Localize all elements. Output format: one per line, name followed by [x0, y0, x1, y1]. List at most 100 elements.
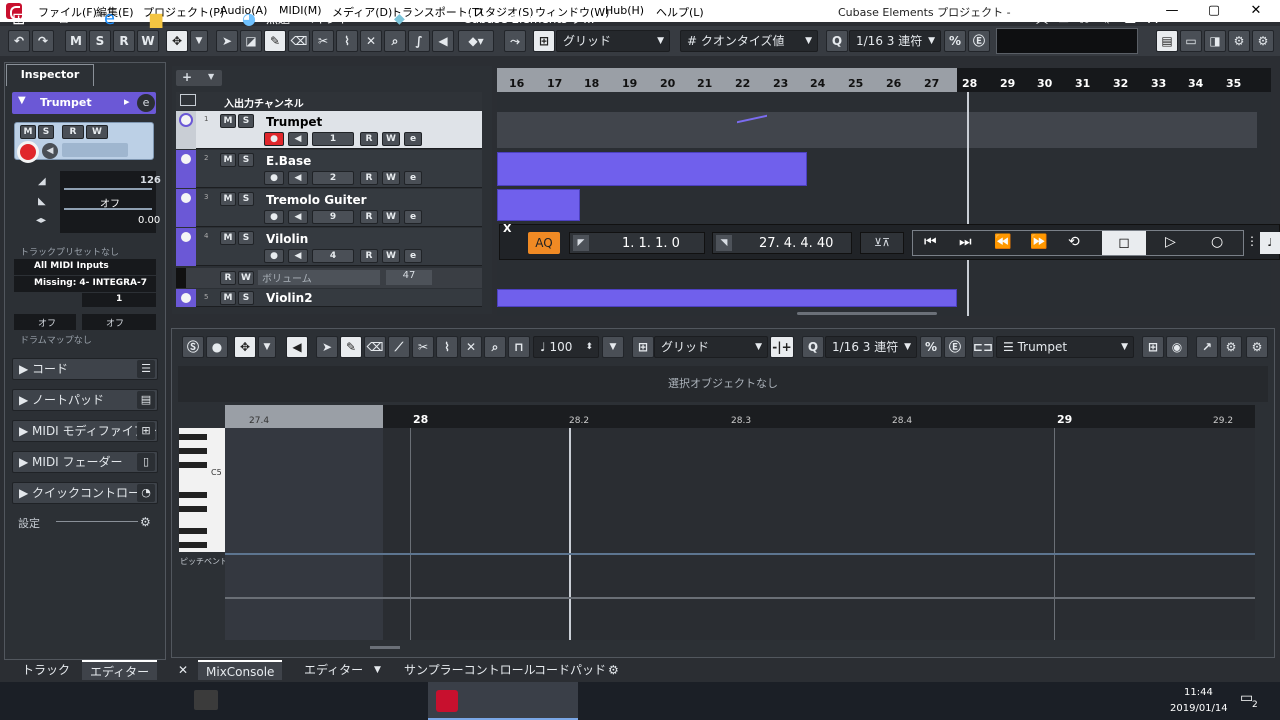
horizontal-scrollbar[interactable]: [797, 312, 937, 315]
chevron-down-icon[interactable]: ▼: [366, 660, 389, 680]
punch-locator-icon[interactable]: ⊻⊼: [860, 232, 904, 254]
open-window-icon[interactable]: ↗: [1196, 336, 1218, 358]
chevron-up-icon[interactable]: ︿: [1036, 4, 1048, 34]
mute-tool-icon[interactable]: ✕: [460, 336, 482, 358]
project-cursor[interactable]: [569, 428, 571, 640]
onedrive-icon[interactable]: ☁: [1124, 4, 1136, 34]
folder-track[interactable]: 入出力チャンネル: [176, 92, 482, 110]
taskbar-cubase[interactable]: Cubase Elements プ...: [463, 4, 595, 34]
tab-editor[interactable]: エディター: [296, 660, 371, 680]
minimize-button[interactable]: —: [1152, 0, 1192, 22]
inspector-track-header[interactable]: ▼ Trumpet ▸: [12, 92, 156, 114]
editor-app-icon[interactable]: [194, 690, 218, 710]
inspector-read-button[interactable]: R: [62, 125, 84, 139]
edit-instrument-icon[interactable]: e: [137, 94, 155, 112]
editor-layout-icon[interactable]: ⊞: [1142, 336, 1164, 358]
editor-quantize-select[interactable]: 1/16 3 連符 ▼: [825, 336, 917, 358]
mute-button[interactable]: M: [220, 114, 236, 128]
autoscroll-icon[interactable]: ✥: [234, 336, 256, 358]
line-tool-icon[interactable]: ∫: [408, 30, 430, 52]
acoustic-feedback-icon[interactable]: ●: [206, 336, 228, 358]
record-icon[interactable]: ○: [1211, 234, 1223, 250]
ime-indicator[interactable]: A: [1148, 4, 1158, 34]
track-row-ebase[interactable]: 2 E.Base M S ● ◀ 2 R W e: [176, 150, 482, 188]
windows-start-icon[interactable]: ⊞: [12, 4, 25, 34]
track-row-trumpet[interactable]: 1 Trumpet M S ● ◀ 1 R W e: [176, 111, 482, 149]
window-layout-icon[interactable]: ⚙: [1228, 30, 1250, 52]
bank-select[interactable]: オフ: [14, 314, 76, 330]
battery-icon[interactable]: ▭: [1058, 4, 1069, 34]
edit-instrument-icon[interactable]: e: [404, 132, 422, 146]
track-row-tremolo-guiter[interactable]: 3 Tremolo Guiter M S ● ◀ 9 R W e: [176, 189, 482, 227]
left-locator-display[interactable]: ◤ 1. 1. 1. 0: [569, 232, 705, 254]
menu-hub[interactable]: Hub(H): [605, 4, 644, 17]
program-select[interactable]: オフ: [82, 314, 156, 330]
mute-button[interactable]: M: [220, 291, 236, 305]
menu-help[interactable]: ヘルプ(L): [656, 4, 704, 20]
line-tool-icon[interactable]: ⊓: [508, 336, 530, 358]
gear-icon[interactable]: ⚙: [1252, 30, 1274, 52]
clock-date[interactable]: 2019/01/14: [1170, 703, 1228, 714]
read-button[interactable]: R: [220, 271, 236, 285]
left-zone-icon[interactable]: ▤: [1156, 30, 1178, 52]
iterative-quantize-icon[interactable]: %: [944, 30, 966, 52]
gear-icon[interactable]: ⚙: [140, 515, 151, 529]
lower-zone-icon[interactable]: ▭: [1180, 30, 1202, 52]
solo-editor-icon[interactable]: Ⓢ: [182, 336, 204, 358]
redo-icon[interactable]: ↷: [32, 30, 54, 52]
panel-notepad[interactable]: ▶ ノートパッド ▤: [12, 389, 158, 411]
mute-tool-icon[interactable]: ✕: [360, 30, 382, 52]
paint-icon[interactable]: ◕: [242, 4, 256, 34]
inspector-mute-button[interactable]: M: [20, 125, 36, 139]
pan-slider[interactable]: [64, 208, 152, 210]
editor-horizontal-scrollbar[interactable]: [370, 646, 400, 649]
automation-lane-volume[interactable]: R W ボリューム 47: [176, 268, 482, 288]
quantize-preset-select[interactable]: # クオンタイズ値 ▼: [680, 30, 818, 52]
tab-track[interactable]: トラック: [14, 660, 78, 680]
track-row-vilolin[interactable]: 4 Vilolin M S ● ◀ 4 R W e: [176, 228, 482, 266]
close-icon[interactable]: ✕: [170, 660, 196, 680]
apply-quantize-icon[interactable]: Ⓔ: [968, 30, 990, 52]
midi-part-violin2[interactable]: [497, 289, 957, 307]
read-button[interactable]: R: [360, 132, 378, 146]
solo-button[interactable]: S: [238, 114, 254, 128]
edit-instrument-icon[interactable]: e: [404, 249, 422, 263]
solo-button[interactable]: S: [238, 153, 254, 167]
editor-ruler[interactable]: 27.4 28 28.2 28.3 28.4 29 29.2: [225, 405, 1255, 429]
read-button[interactable]: R: [360, 249, 378, 263]
record-enable-button[interactable]: ●: [264, 171, 284, 185]
inspector-slot[interactable]: [62, 143, 128, 157]
quantize-icon[interactable]: Q: [826, 30, 848, 52]
tab-mixconsole[interactable]: MixConsole: [198, 660, 283, 680]
monitor-icon[interactable]: ◀: [288, 249, 308, 263]
mute-button[interactable]: M: [220, 192, 236, 206]
volume-mute-icon[interactable]: 🔇︎: [1102, 4, 1110, 34]
inspector-tab[interactable]: Inspector: [6, 64, 94, 86]
notification-icon[interactable]: ▭ 2: [1240, 690, 1262, 712]
play-icon[interactable]: ▷: [1165, 234, 1176, 250]
tab-sampler-control[interactable]: サンプラーコントロール: [396, 660, 544, 680]
right-zone-icon[interactable]: ◨: [1204, 30, 1226, 52]
go-to-end-icon[interactable]: ⏭: [959, 234, 972, 250]
app-icon[interactable]: ◆: [394, 4, 405, 34]
split-tool-icon[interactable]: ✂: [412, 336, 434, 358]
automation-parameter[interactable]: ボリューム: [258, 270, 380, 285]
write-button[interactable]: W: [382, 132, 400, 146]
window-settings-icon[interactable]: ⚙: [1220, 336, 1242, 358]
piano-keyboard[interactable]: C5: [179, 428, 225, 552]
quantize-value-select[interactable]: 1/16 3 連符 ▼: [849, 30, 941, 52]
panel-chord[interactable]: ▶ コード ☰: [12, 358, 158, 380]
network-icon[interactable]: ⎍: [1080, 4, 1088, 34]
arrange-event-display[interactable]: [497, 92, 1271, 316]
read-button[interactable]: R: [360, 171, 378, 185]
editor-track-select[interactable]: ☰ Trumpet ▼: [996, 336, 1134, 358]
panel-midi-fader[interactable]: ▶ MIDI フェーダー ▯: [12, 451, 158, 473]
record-enable-button[interactable]: ●: [264, 132, 284, 146]
maximize-button[interactable]: ▢: [1194, 0, 1234, 22]
note-grid[interactable]: [225, 428, 1255, 640]
snap-to-zero-icon[interactable]: -|+: [770, 336, 794, 358]
midi-channel[interactable]: 2: [312, 171, 354, 185]
write-button[interactable]: W: [382, 171, 400, 185]
panel-quick-controls[interactable]: ▶ クイックコントロール ◔: [12, 482, 158, 504]
erase-tool-icon[interactable]: ⌫: [364, 336, 386, 358]
